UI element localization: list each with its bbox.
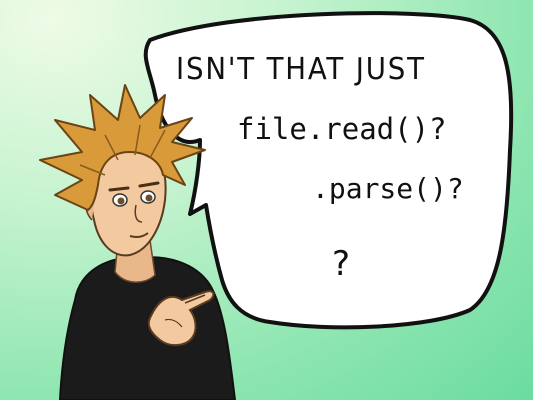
bubble-line-4: ? — [332, 244, 351, 284]
comic-panel: ISN'T THAT JUST file.read()? .parse()? ? — [0, 0, 533, 400]
bubble-line-3: .parse()? — [312, 172, 464, 205]
bubble-line-1: ISN'T THAT JUST — [176, 52, 426, 87]
bubble-line-2: file.read()? — [237, 112, 447, 146]
